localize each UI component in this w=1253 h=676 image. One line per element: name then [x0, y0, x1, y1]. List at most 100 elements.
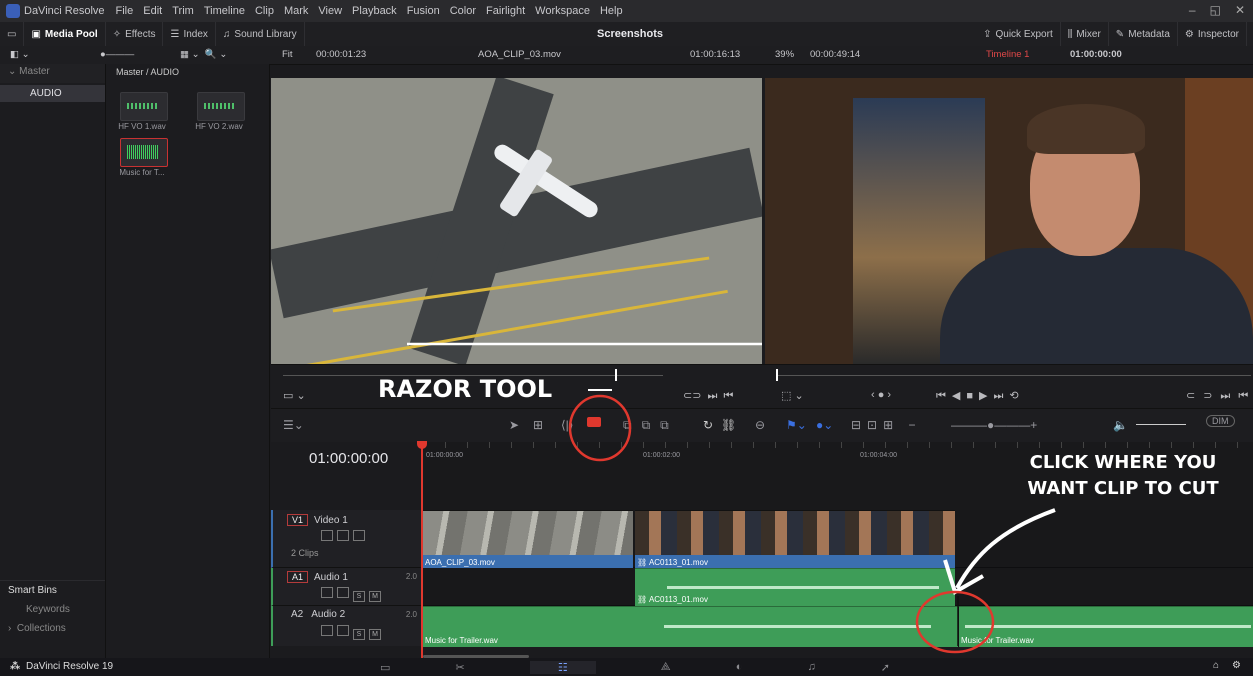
- cut-page-icon[interactable]: ✂: [456, 661, 465, 674]
- lock-track-icon[interactable]: [321, 530, 333, 541]
- nudge-icon[interactable]: ‹ ● ›: [871, 389, 891, 401]
- click-annotation-line2: WANT CLIP TO CUT: [1027, 478, 1219, 499]
- collections-item[interactable]: › Collections: [0, 619, 105, 638]
- view-mode-icon[interactable]: ▭ ⌄: [283, 389, 306, 402]
- toggle-panel-button[interactable]: ▭: [0, 22, 25, 46]
- mixer-button[interactable]: ⫼ Mixer: [1061, 22, 1109, 46]
- volume-icon[interactable]: 🔈: [1113, 418, 1128, 432]
- metadata-button[interactable]: ✎ Metadata: [1109, 22, 1178, 46]
- monitor-track-icon[interactable]: [337, 625, 349, 636]
- snap-link-icons[interactable]: ↻⛓: [703, 418, 744, 432]
- menu-mark[interactable]: Mark: [279, 5, 313, 17]
- menu-clip[interactable]: Clip: [250, 5, 279, 17]
- timeline-viewer[interactable]: [765, 78, 1253, 364]
- a2-name[interactable]: Audio 2: [311, 609, 345, 620]
- project-title: Screenshots: [596, 28, 664, 40]
- sound-library-button[interactable]: ♫ Sound Library: [216, 22, 305, 46]
- minimize-icon[interactable]: –: [1189, 3, 1196, 17]
- zoom-icons[interactable]: ⊟⊡⊞ −: [851, 418, 922, 432]
- clip-thumb-3[interactable]: [120, 138, 168, 167]
- track-header-v1[interactable]: V1 Video 1 2 Clips: [271, 510, 425, 568]
- media-pool-button[interactable]: ▣ Media Pool: [24, 22, 106, 46]
- playback-controls[interactable]: ⏮◀■▶⏭⟲: [936, 389, 1025, 403]
- menu-workspace[interactable]: Workspace: [530, 5, 595, 17]
- source-loop-icon[interactable]: ⊂⊃ ⏭ ⏮: [683, 389, 733, 403]
- lock-track-icon[interactable]: [321, 587, 333, 598]
- menu-fairlight[interactable]: Fairlight: [481, 5, 530, 17]
- zoom-level[interactable]: 39%: [775, 49, 794, 60]
- bin-master[interactable]: ⌄ Master: [0, 64, 105, 83]
- timeline-scrubber[interactable]: [776, 375, 1251, 376]
- fit-dropdown[interactable]: Fit: [282, 49, 293, 60]
- clip-music-1[interactable]: Music for Trailer.wav: [423, 606, 958, 647]
- app-menu[interactable]: DaVinci Resolve: [20, 5, 111, 17]
- fairlight-page-icon[interactable]: ♫: [807, 661, 815, 673]
- timeline-playhead-mini[interactable]: [776, 369, 778, 381]
- monitor-track-icon[interactable]: [337, 587, 349, 598]
- record-loop-icon[interactable]: ⊂⊃⏭⏮: [1186, 389, 1253, 403]
- source-playhead[interactable]: [615, 369, 617, 381]
- slider-icon[interactable]: ●———: [100, 49, 134, 60]
- track-header-a2[interactable]: A2 Audio 2 2.0 SM: [271, 606, 425, 647]
- settings-icon[interactable]: ⚙: [1232, 660, 1241, 671]
- dim-button[interactable]: DIM: [1206, 415, 1235, 427]
- timeline-playhead[interactable]: [421, 442, 423, 658]
- lock-icon[interactable]: ⊖: [755, 418, 765, 432]
- layout-icon[interactable]: ◧ ⌄: [10, 49, 30, 60]
- edit-page-icon[interactable]: ☷: [529, 660, 596, 674]
- solo-icon[interactable]: S: [353, 629, 365, 640]
- restore-icon[interactable]: ◱: [1210, 3, 1221, 17]
- flag-icon[interactable]: ⚑⌄: [786, 418, 807, 432]
- mute-icon[interactable]: M: [369, 629, 381, 640]
- timeline-view-icon[interactable]: ☰⌄: [283, 418, 304, 432]
- inspector-button[interactable]: ⚙ Inspector: [1178, 22, 1247, 46]
- menu-view[interactable]: View: [313, 5, 347, 17]
- effects-label: Effects: [125, 28, 156, 40]
- index-button[interactable]: ☰ Index: [163, 22, 216, 46]
- menu-playback[interactable]: Playback: [347, 5, 402, 17]
- monitor-track-icon[interactable]: [337, 530, 349, 541]
- source-clip-name[interactable]: AOA_CLIP_03.mov: [478, 49, 561, 60]
- waveform-icon: [127, 103, 159, 109]
- deliver-page-icon[interactable]: ➚: [881, 661, 890, 674]
- fusion-page-icon[interactable]: ⟁: [661, 661, 671, 674]
- film-icon[interactable]: [353, 530, 365, 541]
- selection-tool-icon[interactable]: ➤: [509, 418, 519, 432]
- marker-icon[interactable]: ●⌄: [816, 418, 833, 432]
- menu-timeline[interactable]: Timeline: [199, 5, 250, 17]
- menu-trim[interactable]: Trim: [167, 5, 199, 17]
- presenter-suit: [940, 248, 1253, 364]
- v1-name[interactable]: Video 1: [314, 515, 348, 526]
- home-icon[interactable]: ⌂: [1213, 660, 1219, 671]
- effects-button[interactable]: ✧ Effects: [106, 22, 164, 46]
- bin-audio[interactable]: AUDIO: [0, 85, 105, 102]
- menu-edit[interactable]: Edit: [138, 5, 167, 17]
- a1-name[interactable]: Audio 1: [314, 572, 348, 583]
- quick-export-button[interactable]: ⇪ Quick Export: [976, 22, 1061, 46]
- menu-help[interactable]: Help: [595, 5, 628, 17]
- media-pool-panel: Master / AUDIO HF VO 1.wav HF VO 2.wav M…: [106, 64, 270, 658]
- view-options-icon[interactable]: ▦ ⌄ 🔍 ⌄: [180, 49, 227, 60]
- waveform: [663, 625, 932, 628]
- clip-thumb-1[interactable]: [120, 92, 168, 121]
- volume-slider[interactable]: [1136, 424, 1186, 425]
- zoom-slider[interactable]: ———●———+: [951, 418, 1037, 432]
- clip-thumb-2[interactable]: [197, 92, 245, 121]
- media-page-icon[interactable]: ▭: [380, 661, 390, 674]
- mute-icon[interactable]: M: [369, 591, 381, 602]
- clip-aoa[interactable]: AOA_CLIP_03.mov: [423, 510, 633, 569]
- trim-tool-icon[interactable]: ⊞: [533, 418, 543, 432]
- page-tabs: ▭ ✂ ☷ ⟁ ◐ ♫ ➚: [380, 658, 890, 676]
- crop-icon[interactable]: ⬚ ⌄: [781, 389, 804, 402]
- color-page-icon[interactable]: ◐: [736, 661, 743, 673]
- menu-color[interactable]: Color: [445, 5, 481, 17]
- lock-track-icon[interactable]: [321, 625, 333, 636]
- timeline-name[interactable]: Timeline 1: [986, 49, 1029, 60]
- track-header-a1[interactable]: A1 Audio 1 2.0 SM: [271, 568, 425, 606]
- source-viewer[interactable]: [271, 78, 762, 364]
- keywords-item[interactable]: Keywords: [0, 600, 105, 619]
- menu-file[interactable]: File: [111, 5, 139, 17]
- menu-fusion[interactable]: Fusion: [402, 5, 445, 17]
- close-icon[interactable]: ✕: [1235, 3, 1245, 17]
- solo-icon[interactable]: S: [353, 591, 365, 602]
